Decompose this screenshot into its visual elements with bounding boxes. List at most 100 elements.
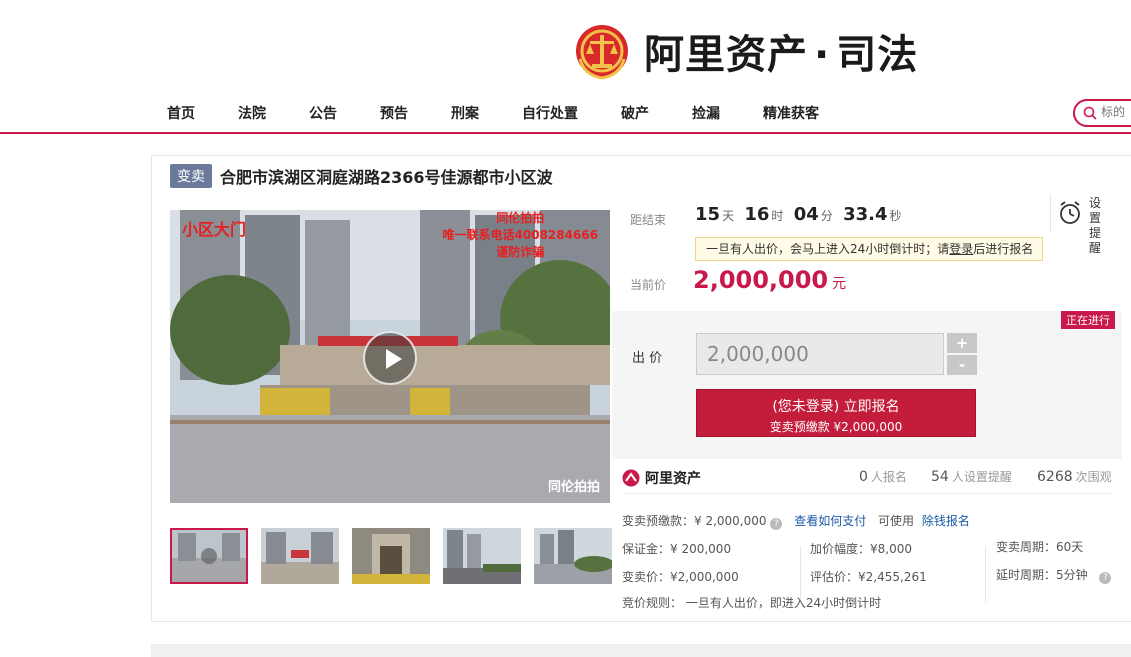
court-emblem-icon bbox=[574, 21, 630, 81]
signup-deposit-label: 变卖预缴款 ¥2,000,000 bbox=[769, 420, 903, 434]
sale-period-value: 变卖周期：60天 bbox=[996, 540, 1084, 554]
main-nav: 首页 法院 公告 预告 刑案 自行处置 破产 捡漏 精准获客 bbox=[0, 92, 1131, 134]
reminder-label: 设置 提醒 bbox=[1089, 196, 1112, 256]
notice-prefix: 一旦有人出价，会马上进入24小时倒计时；请 bbox=[706, 242, 950, 256]
search-box[interactable] bbox=[1073, 99, 1131, 127]
photo-notice-line2: 唯一联系电话4008284666 bbox=[442, 228, 599, 242]
brand-main: 阿里资产 bbox=[644, 32, 808, 78]
easy-signup-link[interactable]: 除钱报名 bbox=[922, 514, 970, 528]
reminder-count-value: 54 bbox=[931, 469, 949, 485]
countdown-label: 距结束 bbox=[630, 213, 667, 227]
nav-item-bankruptcy[interactable]: 破产 bbox=[621, 103, 649, 123]
countdown-notice: 一旦有人出价，会马上进入24小时倒计时；请登录后进行报名 bbox=[695, 237, 1043, 261]
nav-item-court[interactable]: 法院 bbox=[238, 103, 266, 123]
bid-panel: 出 价 2,000,000 + - (您未登录) 立即报名 变卖预缴款 ¥2,0… bbox=[612, 311, 1122, 459]
increment-value: 加价幅度：¥8,000 bbox=[810, 542, 912, 556]
photo-notice-line1: 同伦拍拍 bbox=[496, 211, 545, 225]
countdown-seconds-unit: 秒 bbox=[889, 209, 902, 223]
main-photo[interactable]: 小区大门 同伦拍拍 唯一联系电话4008284666 谨防诈骗 同伦拍拍 bbox=[170, 210, 610, 503]
sale-price-value: 变卖价：¥2,000,000 bbox=[622, 570, 739, 584]
ali-assets-icon bbox=[622, 469, 640, 487]
nav-item-home[interactable]: 首页 bbox=[167, 103, 195, 123]
current-price: 2,000,000 元 bbox=[693, 266, 846, 294]
search-icon bbox=[1083, 106, 1097, 120]
current-price-label: 当前价 bbox=[630, 278, 667, 292]
current-price-value: 2,000,000 bbox=[693, 266, 829, 294]
countdown-days: 15 bbox=[695, 204, 721, 225]
signup-count: 0 人报名 bbox=[859, 468, 907, 485]
reminder-count: 54 人设置提醒 bbox=[931, 468, 1012, 485]
photo-watermark: 同伦拍拍 bbox=[547, 480, 600, 495]
status-badge: 正在进行 bbox=[1061, 311, 1115, 329]
bid-rule: 竞价规则： 一旦有人出价，即进入24小时倒计时 bbox=[622, 596, 882, 610]
margin-value: 保证金：¥ 200,000 bbox=[622, 542, 732, 556]
set-reminder-button[interactable]: 设置 提醒 bbox=[1050, 194, 1112, 255]
listing-card: 变卖 合肥市滨湖区洞庭湖路2366号佳源都市小区波 小区大门 同伦拍拍 唯一联系… bbox=[151, 155, 1131, 622]
thumbnail-1[interactable] bbox=[170, 528, 248, 584]
ali-assets-logo: 阿里资产 bbox=[622, 468, 701, 488]
view-count-label: 次围观 bbox=[1075, 470, 1112, 484]
countdown-hours-unit: 时 bbox=[771, 209, 784, 223]
can-use-label: 可使用 bbox=[878, 514, 915, 528]
brand-dot: · bbox=[814, 32, 831, 78]
nav-item-self-disposal[interactable]: 自行处置 bbox=[522, 103, 578, 123]
current-price-unit: 元 bbox=[832, 276, 847, 292]
increase-bid-button[interactable]: + bbox=[947, 333, 977, 353]
deposit-row: 变卖预缴款：¥ 2,000,000 ? 查看如何支付 可使用 除钱报名 bbox=[622, 512, 970, 530]
signup-count-value: 0 bbox=[859, 469, 868, 485]
search-input[interactable] bbox=[1101, 105, 1131, 119]
nav-item-announcement[interactable]: 公告 bbox=[309, 103, 337, 123]
delay-period-row: 延时周期：5分钟 ? bbox=[996, 566, 1112, 584]
view-count: 6268 次围观 bbox=[1037, 468, 1112, 485]
countdown-minutes: 04 bbox=[793, 204, 819, 225]
countdown-minutes-unit: 分 bbox=[820, 209, 833, 223]
signup-button-label: (您未登录) 立即报名 bbox=[772, 399, 900, 415]
photo-caption: 小区大门 bbox=[182, 220, 247, 239]
help-icon[interactable]: ? bbox=[770, 518, 783, 530]
ali-assets-name: 阿里资产 bbox=[645, 471, 701, 487]
listing-title-row: 变卖 合肥市滨湖区洞庭湖路2366号佳源都市小区波 bbox=[170, 164, 553, 188]
thumbnail-5[interactable] bbox=[534, 528, 612, 584]
signup-button[interactable]: (您未登录) 立即报名 变卖预缴款 ¥2,000,000 bbox=[696, 389, 976, 437]
title-fade-overlay bbox=[552, 156, 692, 196]
reminder-count-label: 人设置提醒 bbox=[951, 470, 1012, 484]
countdown-seconds: 33.4 bbox=[843, 204, 888, 225]
next-section-strip bbox=[151, 644, 1131, 657]
bid-label: 出 价 bbox=[632, 351, 663, 366]
site-logo[interactable]: 阿里资产 · 司法 bbox=[574, 20, 918, 82]
play-video-icon[interactable] bbox=[363, 331, 417, 385]
bid-amount-input[interactable]: 2,000,000 bbox=[696, 333, 944, 375]
reminder-label-line2: 提醒 bbox=[1089, 226, 1102, 255]
countdown-days-unit: 天 bbox=[722, 209, 735, 223]
photo-notice: 同伦拍拍 唯一联系电话4008284666 谨防诈骗 bbox=[443, 210, 599, 261]
sale-type-tag: 变卖 bbox=[170, 164, 212, 188]
reminder-label-line1: 设置 bbox=[1089, 196, 1102, 225]
appraisal-value: 评估价：¥2,455,261 bbox=[810, 570, 927, 584]
notice-suffix: 后进行报名 bbox=[973, 242, 1034, 256]
delay-help-icon[interactable]: ? bbox=[1099, 572, 1112, 584]
countdown-timer: 15 天 16 时 04 分 33.4 秒 bbox=[695, 204, 906, 225]
brand-sub: 司法 bbox=[836, 32, 919, 78]
photo-notice-line3: 谨防诈骗 bbox=[496, 245, 545, 259]
brand-name: 阿里资产 · 司法 bbox=[644, 22, 918, 80]
view-count-value: 6268 bbox=[1037, 469, 1073, 485]
signup-count-label: 人报名 bbox=[870, 470, 907, 484]
decrease-bid-button[interactable]: - bbox=[947, 355, 977, 375]
how-to-pay-link[interactable]: 查看如何支付 bbox=[794, 514, 866, 528]
stats-row: 阿里资产 0 人报名 54 人设置提醒 6268 次围观 bbox=[622, 464, 1112, 494]
bid-stepper: + - bbox=[947, 333, 977, 375]
nav-item-bargain[interactable]: 捡漏 bbox=[692, 103, 720, 123]
alarm-clock-icon bbox=[1060, 201, 1080, 224]
delay-period-value: 延时周期：5分钟 bbox=[996, 568, 1088, 582]
listing-title: 合肥市滨湖区洞庭湖路2366号佳源都市小区波 bbox=[220, 168, 553, 187]
thumbnail-4[interactable] bbox=[443, 528, 521, 584]
notice-login-link[interactable]: 登录 bbox=[949, 242, 973, 256]
nav-item-criminal[interactable]: 刑案 bbox=[451, 103, 479, 123]
nav-item-precise-leads[interactable]: 精准获客 bbox=[763, 103, 819, 123]
thumbnail-3[interactable] bbox=[352, 528, 430, 584]
thumbnail-2[interactable] bbox=[261, 528, 339, 584]
details-divider-2 bbox=[985, 546, 986, 602]
deposit-label: 变卖预缴款：¥ 2,000,000 bbox=[622, 514, 767, 528]
countdown-hours: 16 bbox=[744, 204, 770, 225]
nav-item-preview[interactable]: 预告 bbox=[380, 103, 408, 123]
